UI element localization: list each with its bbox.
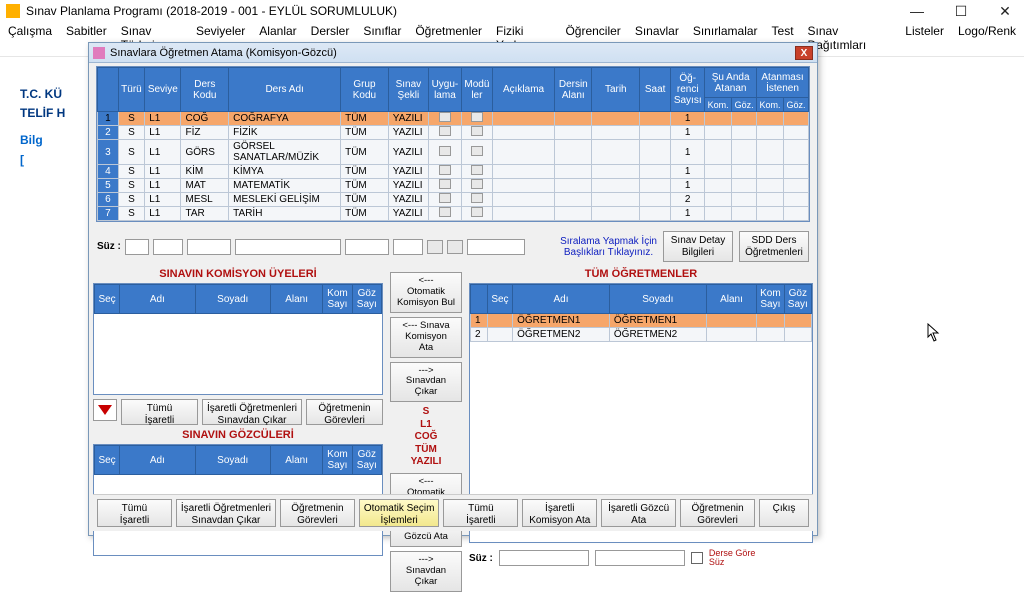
window-minimize-button[interactable]: — [904, 3, 930, 20]
list-item[interactable]: 2ÖĞRETMEN2ÖĞRETMEN2 [471, 328, 812, 342]
filter-ad[interactable] [235, 239, 341, 255]
all-marked-button-1[interactable]: Tümü İşaretli [121, 399, 198, 425]
filter-grup[interactable] [345, 239, 389, 255]
teacher-duties-button-1[interactable]: Öğretmenin Görevleri [306, 399, 383, 425]
menu-sinav-dagitimlari[interactable]: Sınav Dağıtımları [808, 24, 892, 52]
sort-hint: Sıralama Yapmak İçin Başlıkları Tıklayın… [560, 236, 657, 258]
exit-button[interactable]: Çıkış [759, 499, 809, 527]
selected-exam-summary: S L1 COĞ TÜM YAZILI [411, 406, 442, 469]
all-teachers-title: TÜM ÖĞRETMENLER [469, 268, 813, 280]
table-row[interactable]: 4SL1KİMKİMYATÜMYAZILI1 [98, 165, 809, 179]
remove-observer-button[interactable]: ---> Sınavdan Çıkar [390, 551, 462, 592]
bottom-teacher-duties-button[interactable]: Öğretmenin Görevleri [280, 499, 355, 527]
bottom-teacher-duties-2-button[interactable]: Öğretmenin Görevleri [680, 499, 755, 527]
dialog-icon [93, 47, 105, 59]
down-arrow-icon[interactable] [93, 399, 117, 421]
assign-marked-commission-button[interactable]: İşaretli Komisyon Ata [522, 499, 597, 527]
background-text: T.C. KÜ TELİF H Bilg [ [20, 85, 65, 170]
dialog-titlebar: Sınavlara Öğretmen Atama (Komisyon-Gözcü… [89, 43, 817, 63]
filter-sekli[interactable] [393, 239, 423, 255]
commission-title: SINAVIN KOMİSYON ÜYELERİ [93, 268, 383, 280]
remove-marked-button-1[interactable]: İşaretli Öğretmenleri Sınavdan Çıkar [202, 399, 302, 425]
teacher-filter-soyadi[interactable] [595, 550, 685, 566]
menu-logo-renk[interactable]: Logo/Renk [958, 24, 1016, 52]
filter-modul-button[interactable] [447, 240, 463, 254]
filter-by-course-label: Derse Göre Süz [709, 549, 756, 567]
exam-detail-button[interactable]: Sınav Detay Bilgileri [663, 231, 733, 262]
app-icon [6, 4, 20, 18]
filter-aciklama[interactable] [467, 239, 525, 255]
bottom-button-row: Tümü İşaretli İşaretli Öğretmenleri Sına… [93, 494, 813, 531]
teacher-filter-adi[interactable] [499, 550, 589, 566]
auto-selection-button[interactable]: Otomatik Seçim İşlemleri [359, 499, 440, 527]
filter-label: Süz : [97, 241, 121, 252]
auto-commission-button[interactable]: <--- Otomatik Komisyon Bul [390, 272, 462, 313]
filter-kod[interactable] [187, 239, 231, 255]
window-close-button[interactable]: ✕ [992, 3, 1018, 20]
table-row[interactable]: 3SL1GÖRSGÖRSEL SANATLAR/MÜZİKTÜMYAZILI1 [98, 140, 809, 165]
window-titlebar: Sınav Planlama Programı (2018-2019 - 001… [0, 0, 1024, 22]
bottom-remove-marked-button[interactable]: İşaretli Öğretmenleri Sınavdan Çıkar [176, 499, 276, 527]
filter-uygulama-button[interactable] [427, 240, 443, 254]
filter-turu[interactable] [125, 239, 149, 255]
exam-grid[interactable]: Türü Seviye Ders Kodu Ders Adı Grup Kodu… [96, 66, 810, 222]
table-row[interactable]: 2SL1FİZFİZİKTÜMYAZILI1 [98, 126, 809, 140]
assign-marked-observer-button[interactable]: İşaretli Gözcü Ata [601, 499, 676, 527]
dialog-close-button[interactable]: X [795, 46, 813, 60]
dialog-title: Sınavlara Öğretmen Atama (Komisyon-Gözcü… [110, 47, 795, 59]
list-item[interactable]: 1ÖĞRETMEN1ÖĞRETMEN1 [471, 314, 812, 328]
bottom-all-marked-button[interactable]: Tümü İşaretli [97, 499, 172, 527]
observer-title: SINAVIN GÖZCÜLERİ [93, 429, 383, 441]
table-row[interactable]: 6SL1MESLMESLEKİ GELİŞİMTÜMYAZILI2 [98, 193, 809, 207]
table-row[interactable]: 5SL1MATMATEMATİKTÜMYAZILI1 [98, 179, 809, 193]
remove-commission-button[interactable]: ---> Sınavdan Çıkar [390, 362, 462, 403]
table-row[interactable]: 7SL1TARTARİHTÜMYAZILI1 [98, 207, 809, 221]
commission-grid[interactable]: Seç Adı Soyadı Alanı Kom Sayı Göz Sayı [93, 283, 383, 395]
window-title: Sınav Planlama Programı (2018-2019 - 001… [26, 4, 904, 18]
assign-commission-button[interactable]: <--- Sınava Komisyon Ata [390, 317, 462, 358]
bottom-all-marked-2-button[interactable]: Tümü İşaretli [443, 499, 518, 527]
filter-seviye[interactable] [153, 239, 183, 255]
menu-calisma[interactable]: Çalışma [8, 24, 52, 52]
assign-teacher-dialog: Sınavlara Öğretmen Atama (Komisyon-Gözcü… [88, 42, 818, 536]
window-maximize-button[interactable]: ☐ [948, 3, 974, 20]
filter-by-course-checkbox[interactable] [691, 552, 703, 564]
sdd-teachers-button[interactable]: SDD Ders Öğretmenleri [739, 231, 809, 262]
menu-listeler[interactable]: Listeler [905, 24, 944, 52]
teacher-filter-label: Süz : [469, 553, 493, 564]
table-row[interactable]: 1SL1COĞCOĞRAFYATÜMYAZILI1 [98, 112, 809, 126]
mouse-cursor-icon [927, 323, 941, 343]
